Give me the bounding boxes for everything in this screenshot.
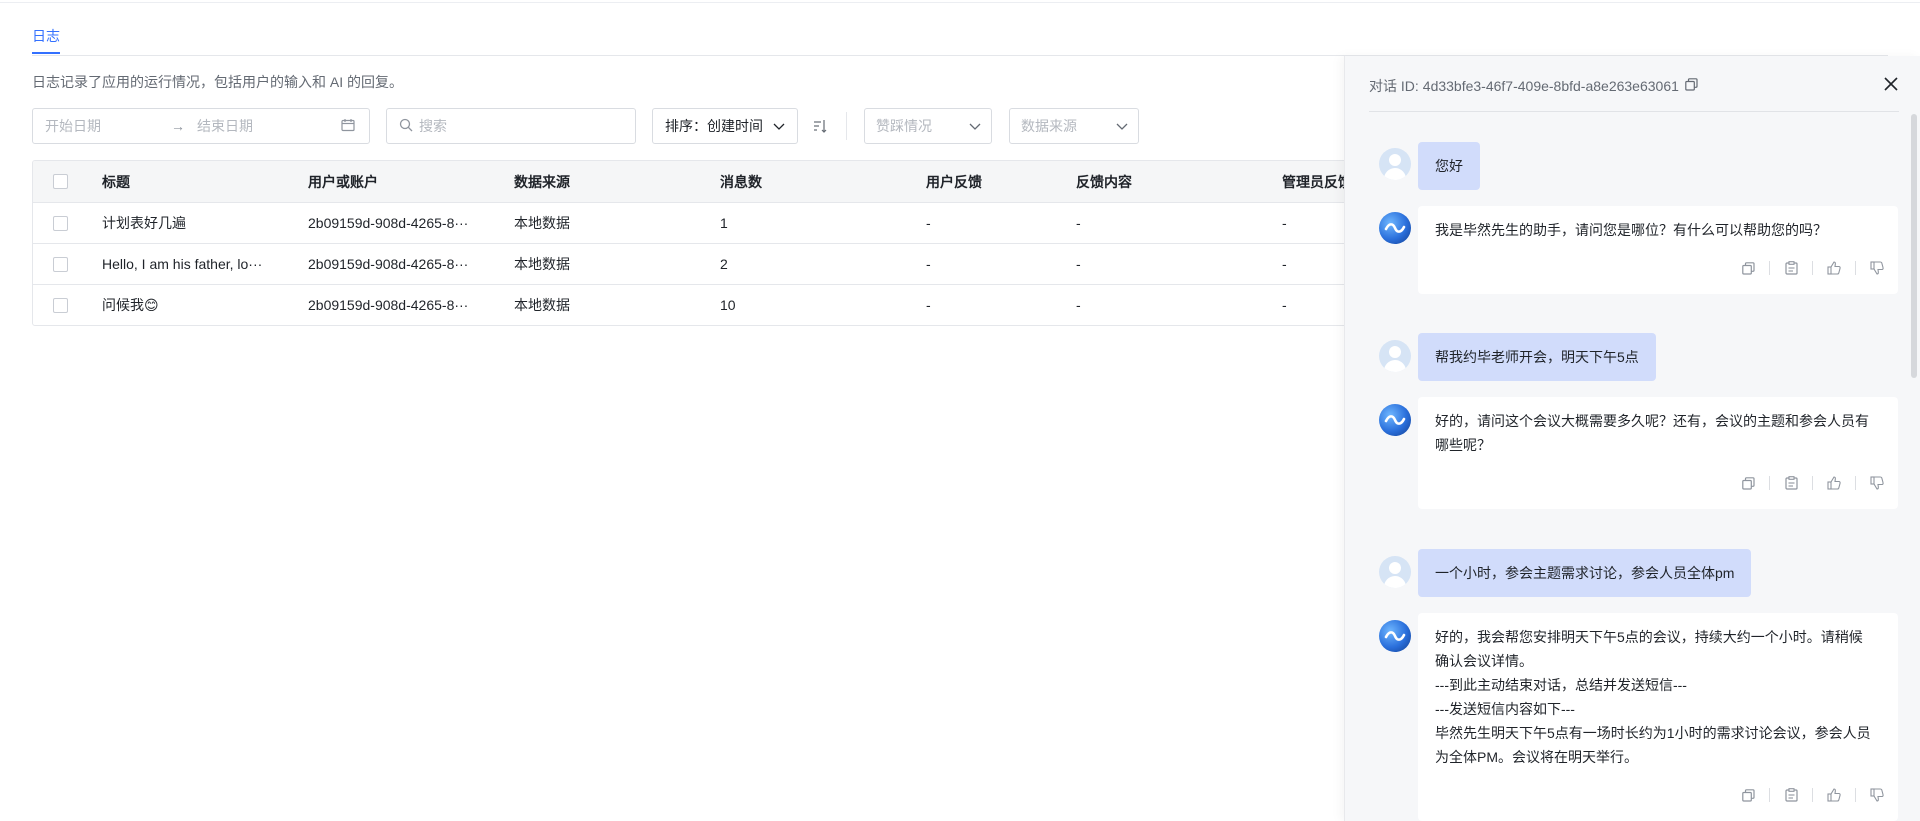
drawer-divider [1369,111,1899,112]
message-actions [1739,259,1886,277]
message-actions [1739,786,1886,804]
row-user: 2b09159d-908d-4265-8··· [308,215,469,231]
row-admin: - [1282,297,1287,313]
copy-icon[interactable] [1739,259,1757,277]
row-count: 1 [720,215,728,231]
row-count: 10 [720,297,736,313]
bot-avatar [1379,620,1411,652]
tab-logs[interactable]: 日志 [32,26,60,46]
row-count: 2 [720,256,728,272]
copy-icon[interactable] [1739,474,1757,492]
search-input[interactable]: 搜索 [386,108,636,144]
row-title: 计划表好几遍 [102,215,186,231]
end-date-input[interactable]: 结束日期 [197,116,333,136]
conversation-drawer: 对话 ID: 4d33bfe3-46f7-409e-8bfd-a8e263e63… [1344,56,1920,821]
table-row[interactable]: Hello, I am his father, lo··· 2b09159d-9… [33,243,1351,284]
page-description: 日志记录了应用的运行情况，包括用户的输入和 AI 的回复。 [32,74,404,90]
row-feedback: - [926,297,931,313]
column-header-admin: 管理员反馈 [1282,173,1352,190]
row-admin: - [1282,256,1287,272]
table-header: 标题 用户或账户 数据来源 消息数 用户反馈 反馈内容 管理员反馈 [33,161,1351,202]
user-message: 您好 [1418,142,1480,190]
bot-message: 我是毕然先生的助手，请问您是哪位？有什么可以帮助您的吗？ [1418,206,1898,294]
thumbs-up-icon[interactable] [1825,474,1843,492]
copy-icon[interactable] [1685,78,1698,94]
thumbs-down-icon[interactable] [1868,786,1886,804]
search-icon [399,118,413,135]
row-admin: - [1282,215,1287,231]
bot-message: 好的，请问这个会议大概需要多久呢？还有，会议的主题和参会人员有 哪些呢？ [1418,397,1898,509]
date-range-picker[interactable]: 开始日期 → 结束日期 [32,108,370,144]
row-feedback: - [926,256,931,272]
chevron-down-icon [773,118,785,134]
select-all-checkbox[interactable] [53,161,68,202]
bot-message-text: 好的，请问这个会议大概需要多久呢？还有，会议的主题和参会人员有 哪些呢？ [1435,413,1869,453]
row-checkbox[interactable] [53,203,68,243]
row-title: Hello, I am his father, lo··· [102,256,263,272]
user-avatar [1379,556,1411,588]
column-header-user: 用户或账户 [308,173,378,190]
message-actions [1739,474,1886,492]
bot-message: 好的，我会帮您安排明天下午5点的会议，持续大约一个小时。请稍候 确认会议详情。 … [1418,613,1898,821]
thumbs-up-icon[interactable] [1825,786,1843,804]
conversation-id-value: 4d33bfe3-46f7-409e-8bfd-a8e263e63061 [1422,78,1679,94]
thumbs-down-icon[interactable] [1868,474,1886,492]
annotate-icon[interactable] [1782,786,1800,804]
table-row[interactable]: 计划表好几遍 2b09159d-908d-4265-8··· 本地数据 1 - … [33,202,1351,243]
row-content: - [1076,256,1081,272]
bot-message-text: 我是毕然先生的助手，请问您是哪位？有什么可以帮助您的吗？ [1435,222,1827,238]
table-row[interactable]: 问候我😊 2b09159d-908d-4265-8··· 本地数据 10 - -… [33,284,1351,325]
conversation-id-header: 对话 ID: 4d33bfe3-46f7-409e-8bfd-a8e263e63… [1369,76,1698,96]
bot-avatar [1379,212,1411,244]
annotate-icon[interactable] [1782,474,1800,492]
user-message: 帮我约毕老师开会，明天下午5点 [1418,333,1656,381]
row-checkbox[interactable] [53,285,68,325]
start-date-input[interactable]: 开始日期 [45,116,171,136]
scrollbar[interactable] [1911,114,1917,378]
conversation-id-label: 对话 ID: [1369,78,1419,94]
sort-label: 排序：创建时间 [665,118,763,134]
annotate-icon[interactable] [1782,259,1800,277]
row-source: 本地数据 [514,215,570,231]
chevron-down-icon [1116,118,1128,134]
row-user: 2b09159d-908d-4265-8··· [308,297,469,313]
user-avatar [1379,340,1411,372]
row-feedback: - [926,215,931,231]
like-filter-select[interactable]: 赞踩情况 [864,108,992,144]
chevron-down-icon [969,118,981,134]
filter-divider [846,112,847,140]
row-source: 本地数据 [514,256,570,272]
copy-icon[interactable] [1739,786,1757,804]
source-filter-placeholder: 数据来源 [1021,118,1077,134]
thumbs-up-icon[interactable] [1825,259,1843,277]
row-content: - [1076,297,1081,313]
like-filter-placeholder: 赞踩情况 [876,118,932,134]
column-header-count: 消息数 [720,173,762,190]
logs-table: 标题 用户或账户 数据来源 消息数 用户反馈 反馈内容 管理员反馈 计划表好几遍… [32,160,1352,326]
top-border [0,0,1920,3]
column-header-title: 标题 [102,173,130,190]
row-source: 本地数据 [514,297,570,313]
calendar-icon [341,118,355,135]
row-content: - [1076,215,1081,231]
sort-select[interactable]: 排序：创建时间 [652,108,798,144]
row-user: 2b09159d-908d-4265-8··· [308,256,469,272]
user-avatar [1379,148,1411,180]
arrow-right-icon: → [171,118,185,134]
thumbs-down-icon[interactable] [1868,259,1886,277]
bot-avatar [1379,404,1411,436]
bot-message-text: 好的，我会帮您安排明天下午5点的会议，持续大约一个小时。请稍候 确认会议详情。 … [1435,629,1871,765]
column-header-source: 数据来源 [514,173,570,190]
sort-direction-icon[interactable] [810,116,830,136]
column-header-content: 反馈内容 [1076,173,1132,190]
column-header-feedback: 用户反馈 [926,173,982,190]
row-checkbox[interactable] [53,244,68,284]
row-title: 问候我😊 [102,297,159,313]
active-tab-indicator [32,52,60,54]
search-placeholder: 搜索 [419,118,447,134]
close-icon[interactable] [1881,74,1901,94]
source-filter-select[interactable]: 数据来源 [1009,108,1139,144]
user-message: 一个小时，参会主题需求讨论，参会人员全体pm [1418,549,1752,597]
